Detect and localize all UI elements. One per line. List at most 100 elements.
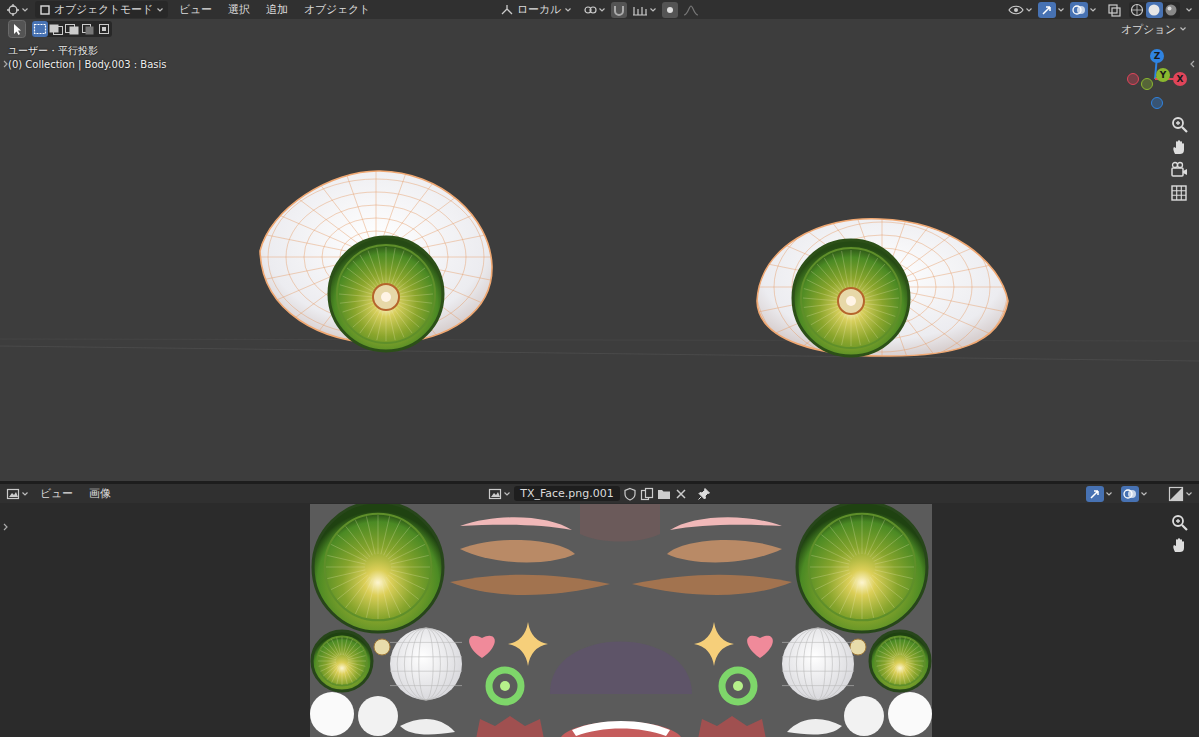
image-editor: ビュー画像 TX_Face.png.001 [0, 484, 1199, 737]
proportional-edit-icon[interactable] [662, 2, 678, 18]
pivot-icon[interactable] [583, 3, 597, 17]
chevron-icon [156, 6, 164, 14]
solid-shading-icon[interactable] [1146, 2, 1163, 18]
select-mode-icon[interactable] [80, 21, 96, 37]
duplicate-icon[interactable] [640, 487, 654, 501]
navigation-buttons [1170, 115, 1188, 202]
chevron-icon [564, 6, 572, 14]
chevron-icon [21, 6, 29, 14]
expand-toolbar-icon[interactable] [2, 60, 9, 68]
mode-label: オブジェクトモード [54, 2, 153, 17]
hand-icon[interactable] [1170, 138, 1188, 156]
expand-toolbar-icon[interactable] [2, 523, 9, 531]
gizmo-axis[interactable]: Y [1156, 68, 1170, 82]
3d-viewport-icon[interactable] [6, 3, 20, 17]
object-mode-icon [39, 4, 51, 16]
menu-item[interactable]: 画像 [84, 485, 116, 502]
gizmo-axis[interactable]: Z [1150, 49, 1164, 63]
snap-grid-icon[interactable] [632, 3, 648, 17]
select-mode-icon[interactable] [96, 21, 112, 37]
wireframe-shading-icon[interactable] [1129, 2, 1146, 18]
snap-target-dropdown[interactable] [632, 3, 657, 17]
overlay-dropdown[interactable] [1070, 2, 1097, 18]
menu-item[interactable]: 選択 [223, 1, 255, 18]
visibility-icon[interactable] [1008, 2, 1024, 18]
orientation-dropdown[interactable]: ローカル [500, 2, 572, 17]
select-tool-icon[interactable] [8, 20, 26, 38]
gizmo-icon[interactable] [1086, 486, 1104, 502]
gizmo-axis-label: X [1177, 75, 1184, 84]
chevron-icon [1025, 6, 1033, 14]
gizmo-negative-axis[interactable] [1127, 73, 1139, 85]
gizmo-icon[interactable] [1038, 2, 1056, 18]
overlay-dropdown[interactable] [1121, 486, 1148, 502]
select-mode-group [32, 21, 112, 37]
image-editor-icon[interactable] [6, 487, 20, 501]
pivot-dropdown[interactable] [583, 3, 606, 17]
image-canvas[interactable] [0, 503, 1199, 737]
image-name: TX_Face.png.001 [520, 487, 614, 500]
visibility-dropdown[interactable] [1008, 2, 1033, 18]
select-mode-icon[interactable] [48, 21, 64, 37]
zoom-icon[interactable] [1170, 115, 1188, 133]
camera-icon[interactable] [1170, 161, 1188, 179]
3d-viewport[interactable]: ユーザー・平行投影(0) Collection | Body.003 : Bas… [0, 39, 1199, 481]
menu-item[interactable]: ビュー [174, 1, 217, 18]
fake-user-shield-icon[interactable] [623, 487, 637, 501]
chevron-icon [1089, 6, 1097, 14]
orientation-label: ローカル [517, 2, 561, 17]
options-label: オプション [1121, 22, 1176, 37]
menu-item[interactable]: ビュー [35, 485, 78, 502]
eye-meshes[interactable] [0, 39, 1199, 481]
chevron-icon [1105, 490, 1113, 498]
select-mode-icon[interactable] [64, 21, 80, 37]
viewport-info: ユーザー・平行投影(0) Collection | Body.003 : Bas… [8, 44, 167, 72]
image-icon[interactable] [488, 487, 502, 501]
chevron-icon [1185, 490, 1193, 498]
editor-type-dropdown[interactable] [6, 487, 29, 501]
chevron-icon [1179, 25, 1187, 33]
mode-dropdown[interactable]: オブジェクトモード [35, 1, 168, 18]
overlay-icon[interactable] [1070, 2, 1088, 18]
browse-image-dropdown[interactable] [488, 487, 511, 501]
navigation-buttons [1170, 513, 1188, 554]
pin-icon[interactable] [697, 487, 711, 501]
viewport-header: オブジェクトモード ビュー選択追加オブジェクト ローカル [0, 0, 1199, 19]
object-info: (0) Collection | Body.003 : Basis [8, 59, 167, 70]
grid-icon[interactable] [1170, 184, 1188, 202]
shading-mode-group [1129, 2, 1180, 18]
gizmo-axis-label: Z [1154, 52, 1161, 61]
expand-sidebar-icon[interactable] [1189, 60, 1196, 68]
gizmo-dropdown[interactable] [1038, 2, 1065, 18]
xray-icon[interactable] [1106, 2, 1124, 18]
chevron-icon [1140, 490, 1148, 498]
options-dropdown[interactable]: オプション [1117, 21, 1191, 38]
select-mode-icon[interactable] [32, 21, 48, 37]
overlay-icon[interactable] [1121, 486, 1139, 502]
menu-item[interactable]: 追加 [261, 1, 293, 18]
open-folder-icon[interactable] [657, 487, 671, 501]
gizmo-negative-axis[interactable] [1151, 97, 1163, 109]
falloff-icon[interactable] [683, 3, 699, 17]
zoom-icon[interactable] [1170, 513, 1188, 531]
menu-item[interactable]: オブジェクト [299, 1, 375, 18]
close-icon[interactable] [674, 487, 688, 501]
chevron-icon [1185, 6, 1193, 14]
gizmo-axis[interactable]: X [1173, 72, 1187, 86]
tool-settings-bar: オプション [0, 19, 1199, 39]
snap-icon[interactable] [611, 2, 627, 18]
chevron-icon [21, 490, 29, 498]
editor-type-dropdown[interactable] [6, 3, 29, 17]
navigation-gizmo[interactable]: ZYX [1115, 39, 1199, 119]
chevron-icon [1057, 6, 1065, 14]
image-name-field[interactable]: TX_Face.png.001 [514, 486, 620, 501]
channels-icon[interactable] [1168, 486, 1184, 502]
chevron-icon [598, 6, 606, 14]
gizmo-negative-axis[interactable] [1141, 78, 1153, 90]
hand-icon[interactable] [1170, 536, 1188, 554]
gizmo-dropdown[interactable] [1086, 486, 1113, 502]
material-shading-icon[interactable] [1163, 2, 1180, 18]
display-channels-dropdown[interactable] [1168, 486, 1193, 502]
texture-image [310, 504, 932, 737]
orientation-icon [500, 4, 514, 16]
